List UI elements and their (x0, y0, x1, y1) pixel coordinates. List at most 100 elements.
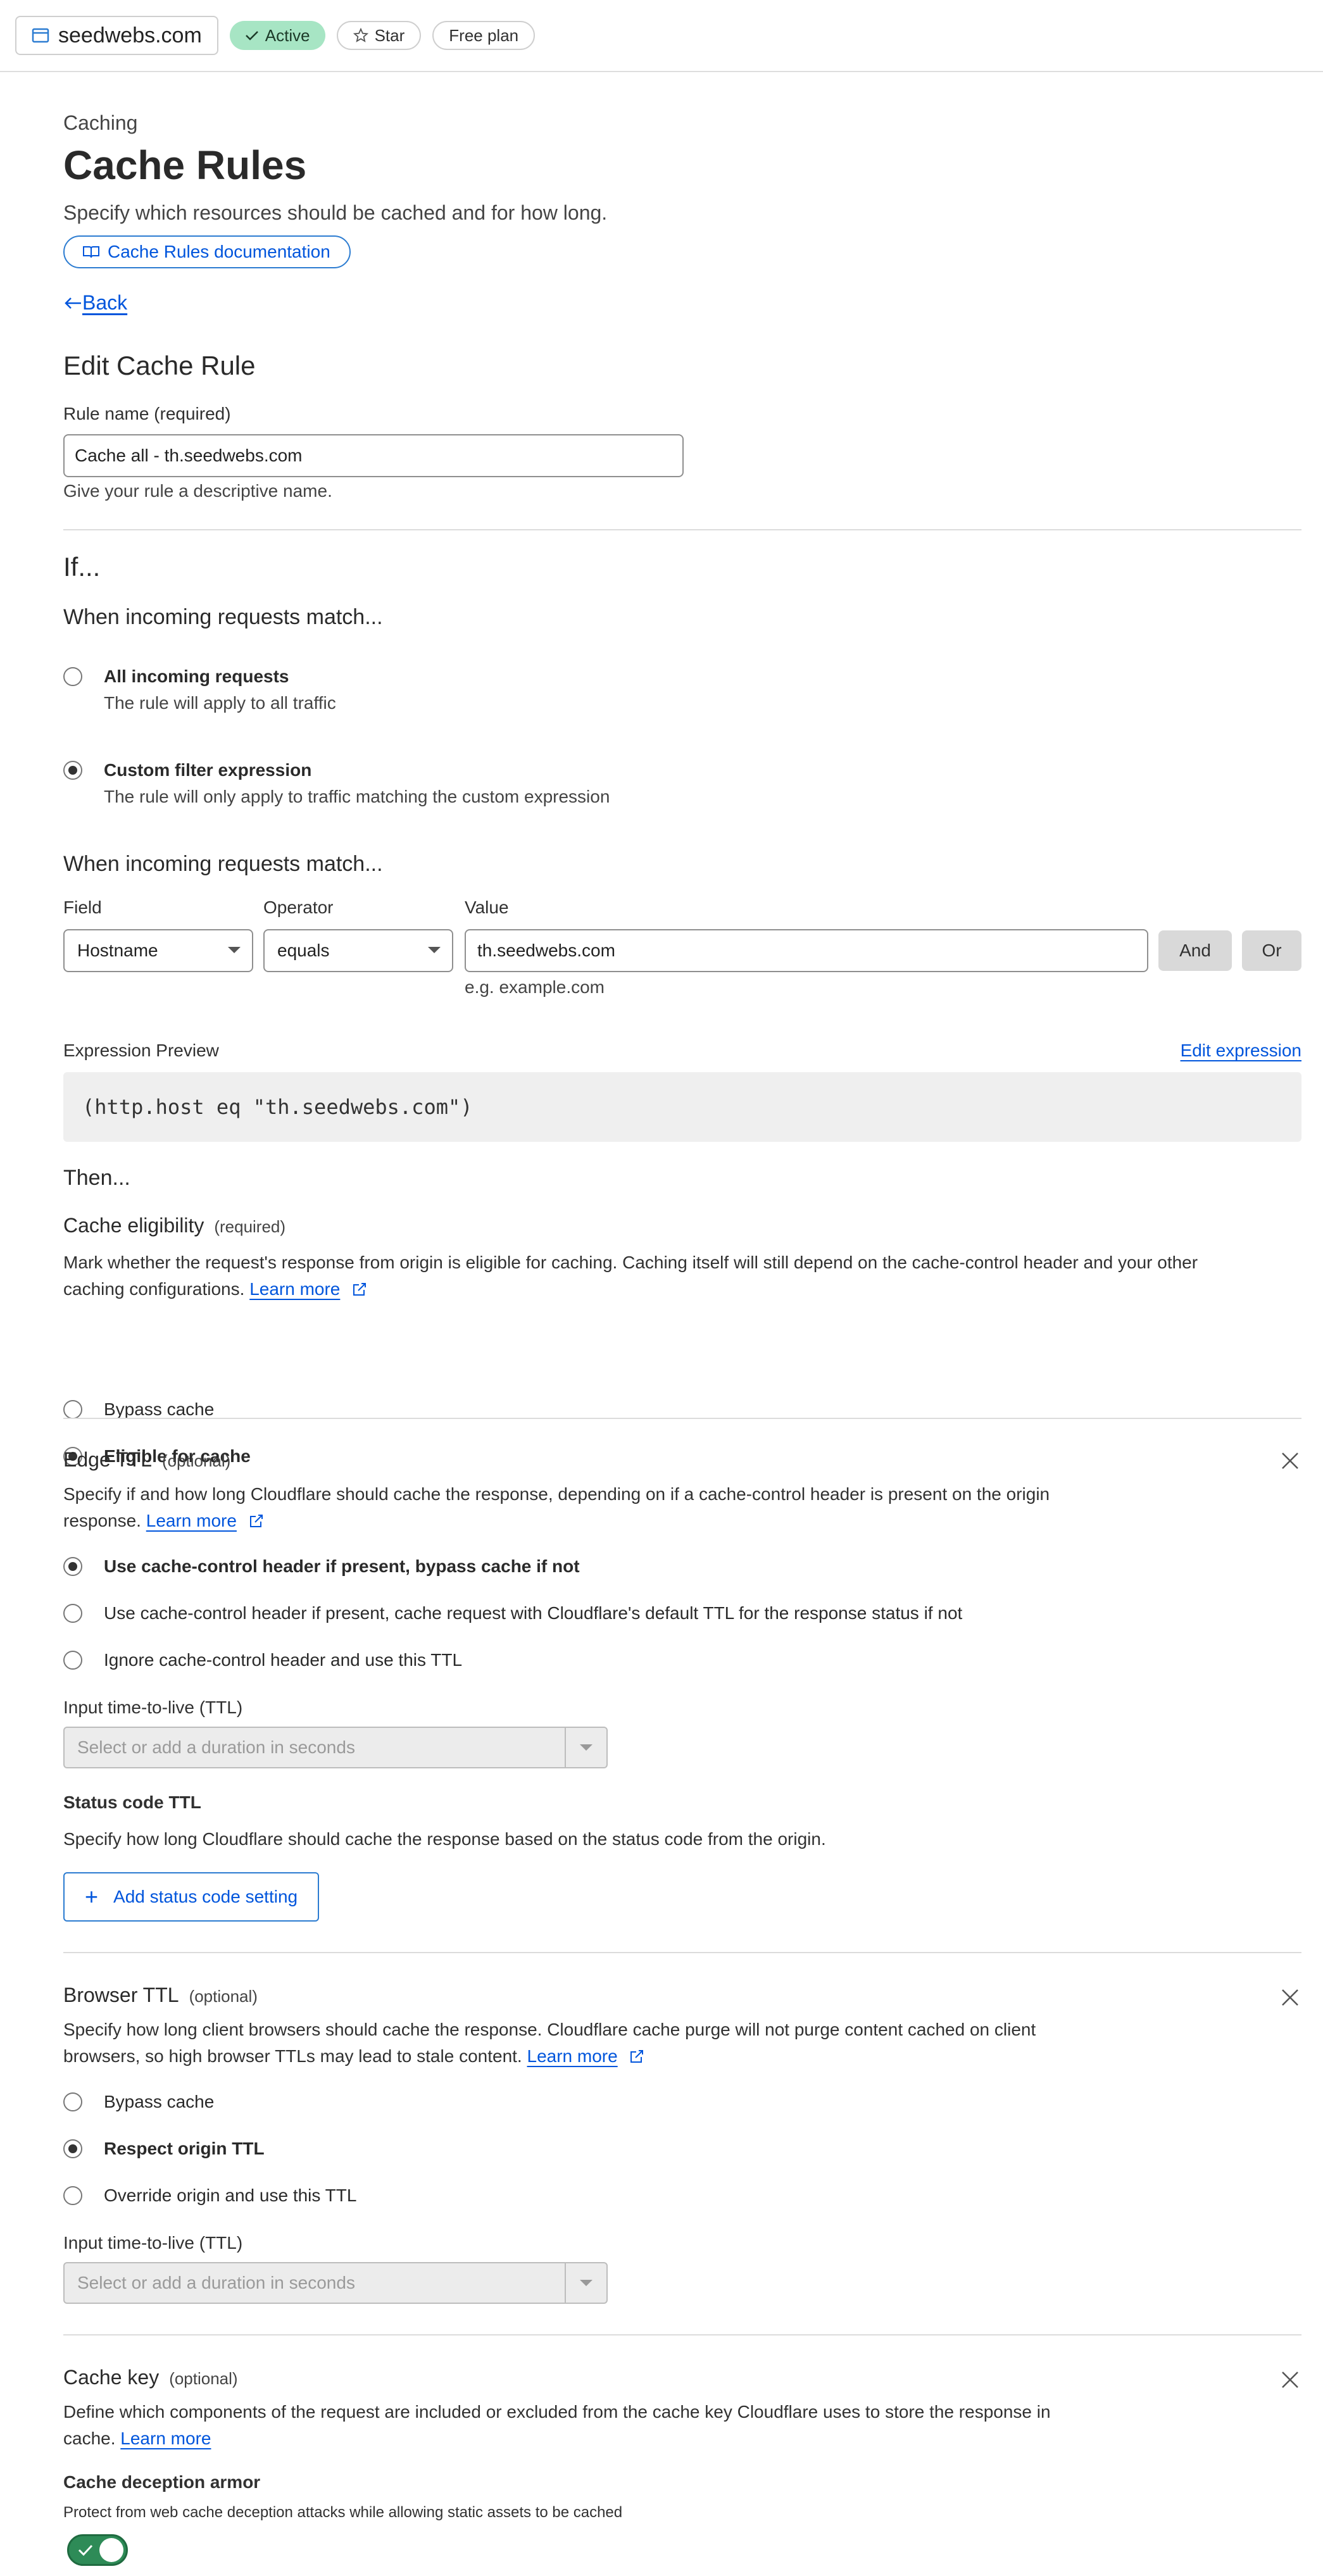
value-hint: e.g. example.com (465, 977, 605, 997)
radio-button[interactable] (63, 2139, 82, 2158)
description-line: Mark whether the request's response from… (63, 1253, 1198, 1272)
operator-select[interactable]: equals (263, 929, 453, 972)
section-title-text: Browser TTL (63, 1984, 179, 2006)
edit-expression-link[interactable]: Edit expression (1181, 1041, 1301, 1061)
then-heading: Then... (63, 1166, 130, 1190)
cache-eligibility-title: Cache eligibility (required) (63, 1214, 285, 1237)
plan-label: Free plan (449, 25, 519, 45)
radio-browser-bypass[interactable]: Bypass cache (63, 2091, 214, 2113)
status-code-ttl-description: Specify how long Cloudflare should cache… (63, 1829, 826, 1849)
radio-label: Override origin and use this TTL (104, 2185, 357, 2205)
radio-edge-default-ttl[interactable]: Use cache-control header if present, cac… (63, 1603, 962, 1624)
description-line: Specify if and how long Cloudflare shoul… (63, 1484, 1050, 1504)
radio-custom-expression[interactable]: Custom filter expression The rule will o… (63, 760, 610, 808)
radio-edge-ignore-header[interactable]: Ignore cache-control header and use this… (63, 1649, 462, 1671)
radio-all-requests[interactable]: All incoming requests The rule will appl… (63, 666, 336, 714)
description-line: Define which components of the request a… (63, 2402, 1051, 2422)
back-link[interactable]: Back (63, 291, 127, 315)
radio-title: All incoming requests (104, 666, 289, 686)
close-icon[interactable] (1279, 1986, 1301, 2009)
section-title-text: Cache key (63, 2366, 160, 2389)
learn-more-link[interactable]: Learn more (249, 1279, 340, 1299)
radio-subtitle: The rule will only apply to traffic matc… (104, 787, 610, 806)
edge-ttl-description: Specify if and how long Cloudflare shoul… (63, 1481, 1203, 1534)
browser-window-icon (32, 28, 49, 43)
plus-icon: + (85, 1884, 99, 1910)
cache-deception-armor-description: Protect from web cache deception attacks… (63, 2504, 623, 2521)
rule-name-input[interactable] (63, 434, 684, 477)
external-link-icon[interactable] (351, 1281, 368, 1297)
learn-more-link[interactable]: Learn more (120, 2429, 211, 2448)
description-line: Specify how long client browsers should … (63, 2020, 1036, 2039)
value-label: Value (465, 897, 509, 917)
rule-name-label: Rule name (required) (63, 404, 231, 423)
radio-button[interactable] (63, 667, 82, 686)
radio-button[interactable] (63, 1604, 82, 1623)
section-qualifier: (required) (214, 1217, 286, 1236)
radio-respect-origin[interactable]: Respect origin TTL (63, 2138, 265, 2160)
field-label: Field (63, 897, 102, 917)
section-qualifier: (optional) (169, 2369, 238, 2388)
description-line: cache. (63, 2429, 116, 2448)
page-title: Cache Rules (63, 142, 307, 188)
field-select[interactable]: Hostname (63, 929, 253, 972)
radio-button[interactable] (63, 761, 82, 780)
or-button[interactable]: Or (1242, 930, 1301, 971)
radio-label: Respect origin TTL (104, 2139, 265, 2158)
close-icon[interactable] (1279, 1449, 1301, 1472)
page-description: Specify which resources should be cached… (63, 201, 608, 224)
plan-badge[interactable]: Free plan (432, 21, 536, 50)
learn-more-link[interactable]: Learn more (146, 1511, 237, 1530)
caret-down-icon (228, 947, 241, 953)
edge-ttl-placeholder: Select or add a duration in seconds (77, 1737, 355, 1757)
zone-selector[interactable]: seedwebs.com (15, 16, 218, 55)
description-line: response. (63, 1511, 141, 1530)
divider (63, 1952, 1301, 1953)
radio-button[interactable] (63, 1651, 82, 1670)
radio-label: Ignore cache-control header and use this… (104, 1650, 463, 1670)
field-select-value: Hostname (77, 941, 158, 960)
external-link-icon[interactable] (248, 1513, 265, 1529)
section-qualifier: (optional) (189, 1987, 258, 2006)
toggle-knob (99, 2538, 123, 2562)
top-bar: seedwebs.com Active Star Free plan (0, 0, 1323, 72)
radio-label: Bypass cache (104, 1399, 215, 1419)
check-icon (245, 31, 258, 41)
status-code-ttl-title: Status code TTL (63, 1792, 201, 1812)
radio-button[interactable] (63, 1400, 82, 1419)
radio-button[interactable] (63, 1557, 82, 1576)
documentation-button[interactable]: Cache Rules documentation (63, 235, 351, 268)
radio-override-origin[interactable]: Override origin and use this TTL (63, 2185, 356, 2206)
cache-deception-armor-toggle[interactable] (67, 2534, 128, 2566)
description-line: caching configurations. (63, 1279, 245, 1299)
book-icon (83, 246, 99, 258)
cache-key-description: Define which components of the request a… (63, 2399, 1203, 2452)
close-icon[interactable] (1279, 2368, 1301, 2391)
radio-button[interactable] (63, 2092, 82, 2111)
edit-rule-heading: Edit Cache Rule (63, 351, 256, 380)
caret-down-icon[interactable] (566, 2280, 606, 2286)
section-title-text: Edge TTL (63, 1448, 152, 1471)
radio-edge-bypass[interactable]: Use cache-control header if present, byp… (63, 1556, 580, 1577)
edge-ttl-title: Edge TTL (optional) (63, 1448, 230, 1472)
radio-bypass-cache[interactable]: Bypass cache (63, 1399, 214, 1420)
check-icon (78, 2544, 93, 2556)
divider (63, 529, 1301, 530)
add-status-code-button[interactable]: + Add status code setting (63, 1872, 320, 1922)
radio-button[interactable] (63, 2186, 82, 2205)
description-line: browsers, so high browser TTLs may lead … (63, 2046, 522, 2066)
star-button[interactable]: Star (336, 21, 422, 50)
and-button[interactable]: And (1158, 930, 1232, 971)
caret-down-icon[interactable] (566, 1744, 606, 1751)
browser-ttl-select[interactable]: Select or add a duration in seconds (63, 2262, 608, 2304)
value-input[interactable] (465, 929, 1148, 972)
edge-ttl-select[interactable]: Select or add a duration in seconds (63, 1727, 608, 1768)
learn-more-link[interactable]: Learn more (527, 2046, 618, 2066)
cache-deception-armor-title: Cache deception armor (63, 2472, 261, 2492)
browser-ttl-description: Specify how long client browsers should … (63, 2016, 1203, 2070)
edge-ttl-input-label: Input time-to-live (TTL) (63, 1698, 243, 1717)
radio-label: Use cache-control header if present, cac… (104, 1603, 963, 1623)
divider (63, 2334, 1301, 2335)
status-badge-label: Active (265, 25, 310, 45)
external-link-icon[interactable] (629, 2048, 645, 2065)
